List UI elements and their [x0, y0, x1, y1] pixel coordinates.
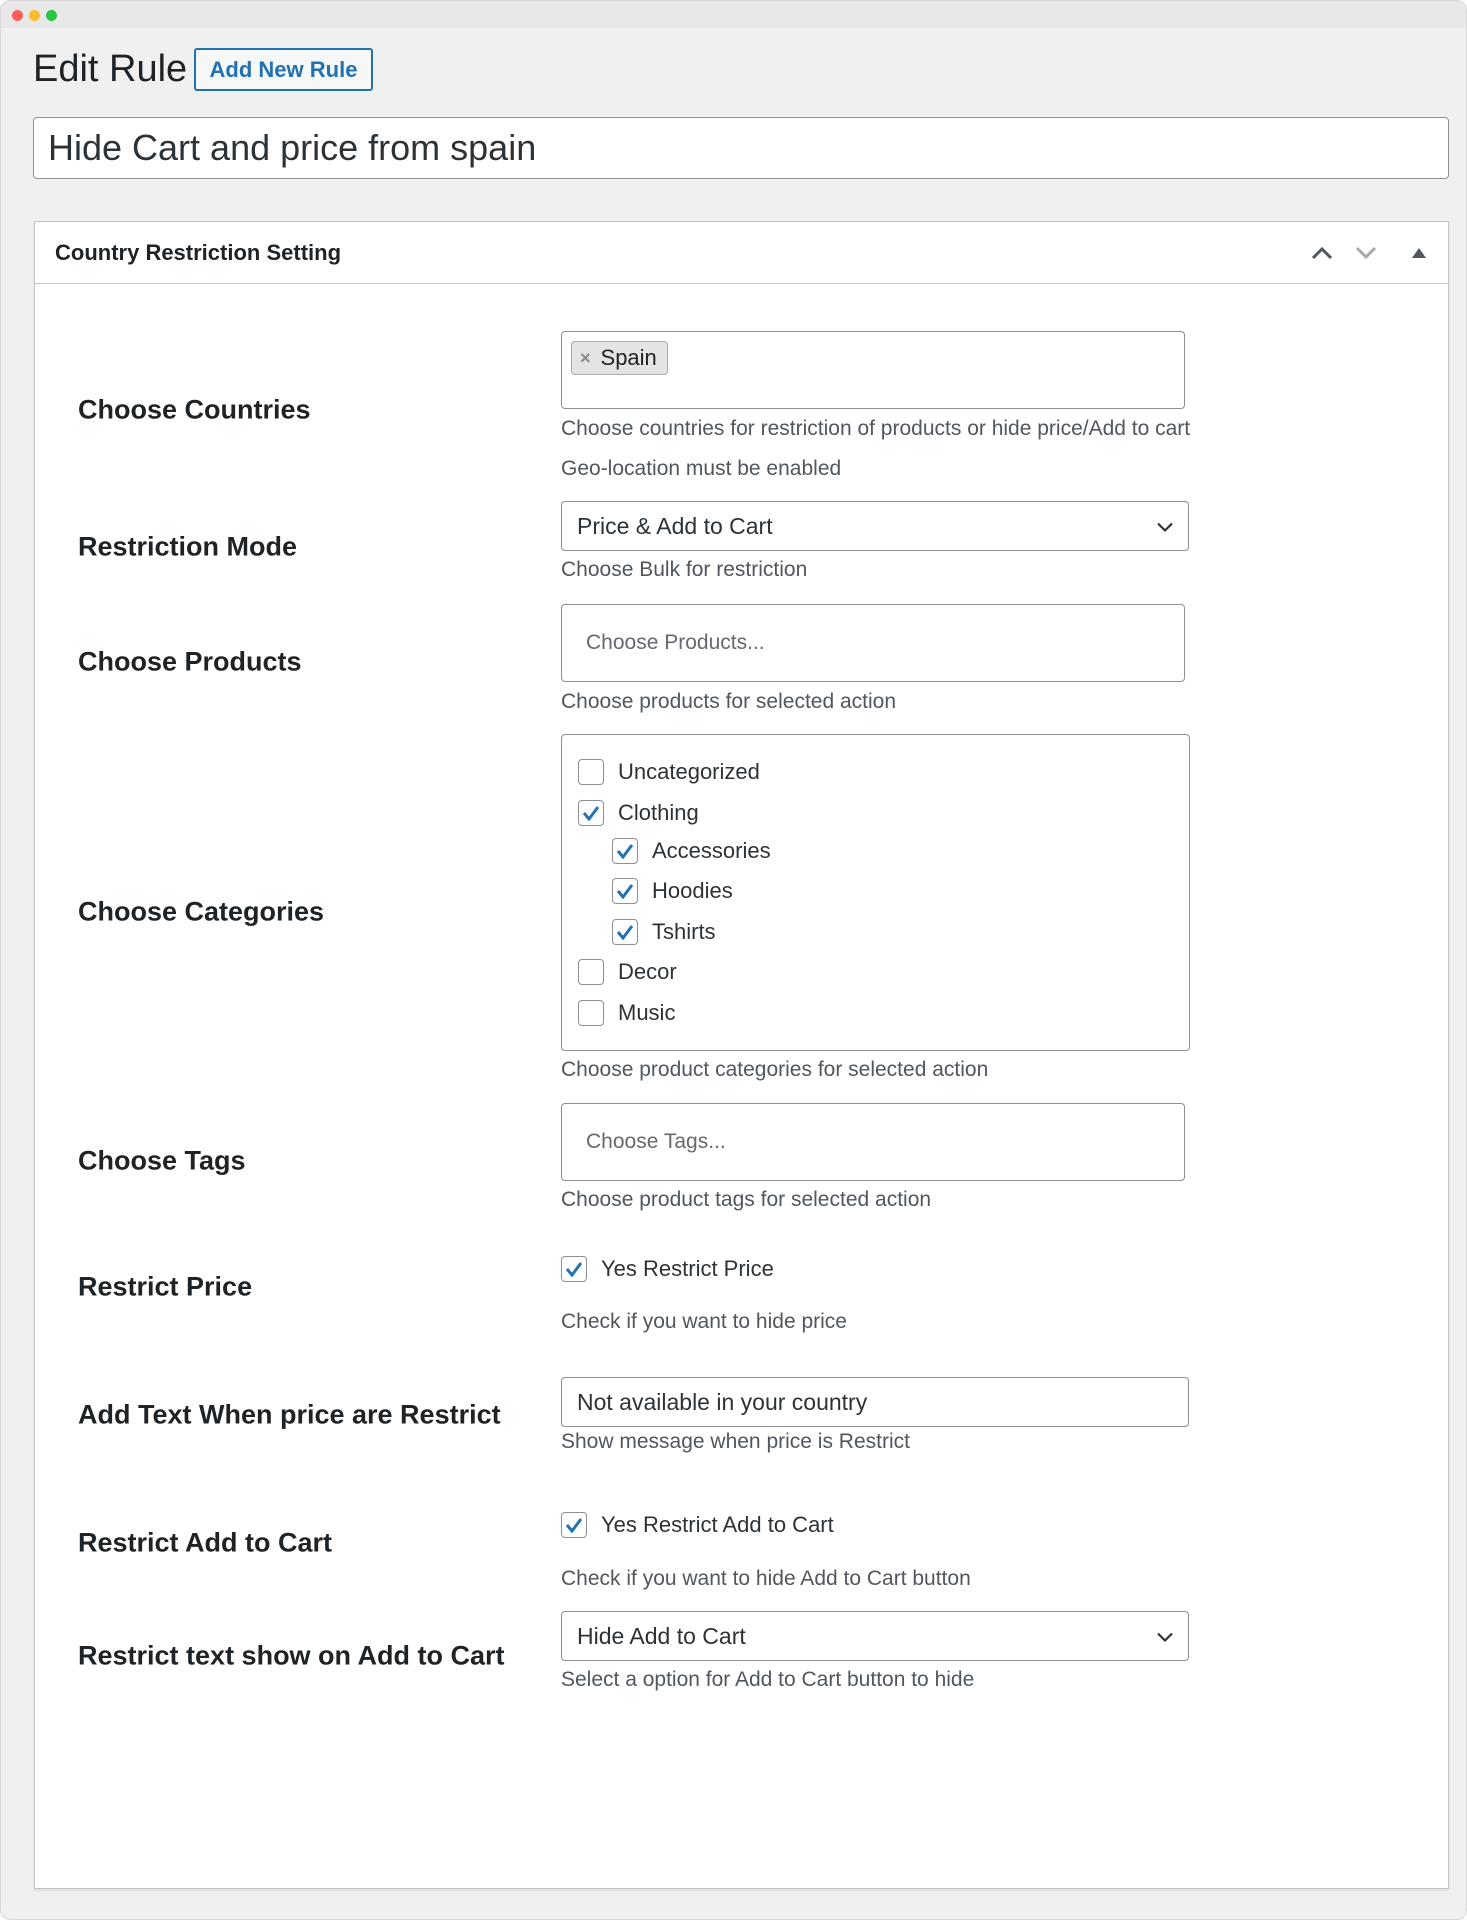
tags-input[interactable]: Choose Tags... [561, 1103, 1185, 1181]
label-cart-text: Restrict text show on Add to Cart [78, 1640, 505, 1671]
category-item[interactable]: Tshirts [612, 919, 716, 945]
category-item[interactable]: Clothing [578, 800, 699, 826]
categories-help: Choose product categories for selected a… [561, 1058, 989, 1081]
category-label: Tshirts [652, 919, 716, 944]
label-restriction-mode: Restriction Mode [78, 531, 298, 562]
label-restrict-price: Restrict Price [78, 1271, 253, 1302]
countries-help-geo: Geo-location must be enabled [561, 457, 842, 480]
checkbox-checked-icon[interactable] [561, 1256, 587, 1282]
panel-title: Country Restriction Setting [55, 240, 342, 265]
price-text-value: Not available in your country [577, 1388, 868, 1415]
checkbox-checked-icon[interactable] [612, 919, 638, 945]
restrict-cart-label: Yes Restrict Add to Cart [601, 1512, 834, 1537]
minimize-window-button[interactable] [29, 10, 40, 21]
mode-help: Choose Bulk for restriction [561, 558, 808, 581]
category-item[interactable]: Hoodies [612, 878, 733, 904]
category-item[interactable]: Accessories [612, 838, 771, 864]
window-titlebar [1, 1, 1466, 28]
checkbox-checked-icon[interactable] [561, 1512, 587, 1538]
tags-help: Choose product tags for selected action [561, 1188, 932, 1211]
restrict-price-help: Check if you want to hide price [561, 1310, 847, 1333]
category-item[interactable]: Uncategorized [578, 759, 760, 785]
app-window: Edit Rule Add New Rule Hide Cart and pri… [0, 0, 1467, 1920]
checkbox-unchecked-icon[interactable] [578, 959, 604, 985]
restrict-price-label: Yes Restrict Price [601, 1256, 774, 1281]
category-label: Accessories [652, 838, 771, 863]
cart-text-value: Hide Add to Cart [577, 1622, 746, 1649]
chevron-down-icon[interactable] [1351, 238, 1381, 268]
chevron-up-icon[interactable] [1307, 238, 1337, 268]
close-window-button[interactable] [12, 10, 23, 21]
cart-text-help: Select a option for Add to Cart button t… [561, 1668, 975, 1691]
restrict-cart-checkbox[interactable]: Yes Restrict Add to Cart [561, 1512, 834, 1538]
countries-select[interactable]: × Spain [561, 331, 1185, 409]
category-label: Hoodies [652, 878, 733, 903]
products-placeholder: Choose Products... [586, 631, 765, 654]
checkbox-unchecked-icon[interactable] [578, 1000, 604, 1026]
restriction-mode-select[interactable]: Price & Add to Cart [561, 501, 1189, 551]
country-restriction-panel: Country Restriction Setting Choose Count… [34, 221, 1449, 1889]
country-chip-spain: × Spain [571, 341, 668, 375]
category-item[interactable]: Decor [578, 959, 677, 985]
add-new-rule-button[interactable]: Add New Rule [194, 48, 373, 91]
restrict-price-checkbox[interactable]: Yes Restrict Price [561, 1256, 774, 1282]
label-restrict-cart: Restrict Add to Cart [78, 1527, 333, 1558]
label-choose-products: Choose Products [78, 646, 302, 677]
checkbox-unchecked-icon[interactable] [578, 759, 604, 785]
label-choose-countries: Choose Countries [78, 394, 311, 425]
category-label: Music [618, 1000, 676, 1025]
label-choose-categories: Choose Categories [78, 896, 325, 927]
chip-label: Spain [600, 345, 657, 370]
category-item[interactable]: Music [578, 1000, 675, 1026]
price-text-input[interactable]: Not available in your country [561, 1377, 1189, 1427]
checkbox-checked-icon[interactable] [578, 800, 604, 826]
label-choose-tags: Choose Tags [78, 1145, 246, 1176]
page-title: Edit Rule [33, 48, 188, 90]
price-text-help: Show message when price is Restrict [561, 1430, 910, 1453]
products-help: Choose products for selected action [561, 690, 897, 713]
maximize-window-button[interactable] [46, 10, 57, 21]
toggle-panel-icon[interactable] [1404, 238, 1434, 268]
tags-placeholder: Choose Tags... [586, 1130, 726, 1153]
restriction-mode-value: Price & Add to Cart [577, 512, 773, 539]
cart-text-select[interactable]: Hide Add to Cart [561, 1611, 1189, 1661]
countries-help: Choose countries for restriction of prod… [561, 417, 1191, 440]
products-input[interactable]: Choose Products... [561, 604, 1185, 682]
chevron-down-icon [1156, 1623, 1174, 1650]
label-price-text: Add Text When price are Restrict [78, 1399, 501, 1430]
remove-chip-icon[interactable]: × [580, 348, 591, 369]
panel-header: Country Restriction Setting [35, 222, 1448, 284]
chevron-down-icon [1156, 513, 1174, 540]
category-label: Clothing [618, 800, 699, 825]
checkbox-checked-icon[interactable] [612, 878, 638, 904]
category-label: Uncategorized [618, 759, 760, 784]
rule-title-input[interactable]: Hide Cart and price from spain [33, 117, 1449, 179]
category-label: Decor [618, 959, 677, 984]
checkbox-checked-icon[interactable] [612, 838, 638, 864]
restrict-cart-help: Check if you want to hide Add to Cart bu… [561, 1567, 971, 1590]
